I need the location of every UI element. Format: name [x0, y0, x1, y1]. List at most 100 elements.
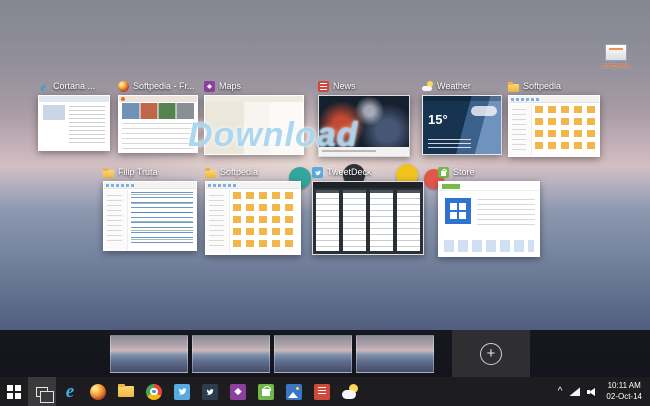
window-thumbnail-maps[interactable]: Maps: [204, 80, 304, 155]
preview-art: [535, 106, 596, 153]
taskbar-item-twitter[interactable]: [168, 377, 196, 406]
preview-art: [104, 190, 128, 250]
preview-art: [206, 190, 231, 254]
window-title-row: Store: [438, 166, 540, 179]
window-preview[interactable]: [205, 181, 301, 255]
window-preview[interactable]: [38, 95, 110, 151]
preview-art: [121, 97, 125, 101]
window-title: Softpedia: [523, 81, 562, 91]
taskbar-item-ie[interactable]: e: [56, 377, 84, 406]
window-title: Softpedia - Fr...: [133, 81, 195, 91]
preview-art: [205, 102, 245, 154]
window-title: Maps: [219, 81, 242, 91]
window-title: Weather: [437, 81, 471, 91]
window-title-row: Softpedia: [205, 166, 301, 179]
window-preview[interactable]: [103, 181, 197, 251]
window-title-row: Maps: [204, 80, 304, 93]
chrome-icon: [146, 383, 162, 400]
window-preview[interactable]: 15°: [422, 95, 502, 155]
twitter-icon: [174, 383, 190, 400]
preview-art: [122, 123, 194, 149]
maps-icon: [204, 81, 215, 92]
taskbar-item-maps[interactable]: [224, 377, 252, 406]
preview-art: [233, 192, 297, 251]
preview-art: [206, 182, 300, 189]
clock-date: 02-Oct-14: [606, 391, 642, 401]
window-title: Softpedia: [220, 167, 259, 177]
taskbar-item-explorer[interactable]: [112, 377, 140, 406]
start-button[interactable]: [0, 377, 28, 406]
taskbar-item-firefox[interactable]: [84, 377, 112, 406]
virtual-desktop-thumbnail-2[interactable]: [192, 335, 270, 373]
window-thumbnail-cortana[interactable]: e Cortana ...: [38, 80, 110, 151]
desktop-shortcut[interactable]: softpedia: [596, 44, 636, 70]
folder-icon: [103, 167, 114, 178]
preview-art: [444, 240, 534, 252]
store-icon: [438, 167, 449, 178]
taskbar-item-weather[interactable]: [336, 377, 364, 406]
window-preview[interactable]: [438, 181, 540, 257]
shortcut-label: softpedia: [601, 63, 631, 70]
window-title: Cortana ...: [53, 81, 96, 91]
window-preview[interactable]: [204, 95, 304, 155]
window-thumbnail-weather[interactable]: Weather 15°: [422, 80, 502, 155]
taskbar-item-photos[interactable]: [280, 377, 308, 406]
network-icon[interactable]: [569, 387, 581, 396]
window-title-row: Softpedia - Fr...: [118, 80, 198, 93]
volume-icon[interactable]: [587, 387, 597, 397]
preview-art: [315, 190, 339, 251]
preview-art: [39, 96, 109, 102]
window-title-row: Softpedia: [508, 80, 600, 93]
preview-art: [269, 102, 303, 154]
window-thumbnail-firefox-softpedia[interactable]: Softpedia - Fr...: [118, 80, 198, 153]
desktop-screen: softpedia e Cortana ... Softpedia - Fr..…: [0, 0, 650, 406]
window-thumbnail-softpedia-explorer-2[interactable]: Softpedia: [205, 166, 301, 255]
window-preview[interactable]: [118, 95, 198, 153]
virtual-desktop-thumbnail-4[interactable]: [356, 335, 434, 373]
window-title-row: e Cortana ...: [38, 80, 110, 93]
task-view-button[interactable]: [28, 377, 56, 406]
folder-icon: [508, 81, 519, 92]
preview-art: [342, 190, 366, 251]
window-thumbnail-news[interactable]: News: [318, 80, 410, 157]
file-explorer-icon: [118, 384, 134, 397]
preview-art: [442, 184, 460, 189]
preview-art: [69, 106, 105, 146]
weather-icon: [342, 383, 358, 400]
news-icon: [314, 383, 330, 400]
preview-art: [396, 190, 420, 251]
preview-art: [122, 103, 194, 119]
maps-icon: [230, 383, 246, 400]
window-preview[interactable]: [312, 181, 424, 255]
tray-chevron-icon[interactable]: ^: [558, 386, 563, 397]
taskbar-item-chrome[interactable]: [140, 377, 168, 406]
preview-art: [509, 104, 533, 156]
window-thumbnail-store[interactable]: Store: [438, 166, 540, 257]
firefox-icon: [90, 383, 106, 400]
add-desktop-button[interactable]: +: [452, 330, 530, 378]
virtual-desktop-thumbnail-3[interactable]: [274, 335, 352, 373]
preview-art: [43, 105, 65, 120]
window-thumbnail-filip-truta[interactable]: Filip Truta: [103, 166, 197, 251]
ie-icon: e: [65, 380, 75, 402]
clock-time: 10:11 AM: [607, 381, 641, 391]
taskbar-item-tweetdeck[interactable]: [196, 377, 224, 406]
window-title: TweetDeck: [327, 167, 372, 177]
system-tray: ^ 10:11 AM 02-Oct-14: [558, 381, 650, 402]
virtual-desktop-thumbnail-1[interactable]: [110, 335, 188, 373]
tweetdeck-icon: [202, 383, 218, 400]
window-preview[interactable]: [318, 95, 410, 157]
taskbar-clock[interactable]: 10:11 AM 02-Oct-14: [606, 381, 642, 402]
shortcut-file-icon: [605, 44, 627, 61]
taskbar-item-news[interactable]: [308, 377, 336, 406]
window-title: News: [333, 81, 356, 91]
window-thumbnail-softpedia-explorer[interactable]: Softpedia: [508, 80, 600, 157]
window-thumbnail-tweetdeck[interactable]: TweetDeck: [312, 166, 424, 255]
window-preview[interactable]: [508, 95, 600, 157]
preview-art: [428, 139, 471, 149]
taskbar-item-store[interactable]: [252, 377, 280, 406]
preview-art: [104, 182, 196, 189]
twitter-icon: [312, 167, 323, 178]
folder-icon: [205, 167, 216, 178]
window-title-row: Filip Truta: [103, 166, 197, 179]
